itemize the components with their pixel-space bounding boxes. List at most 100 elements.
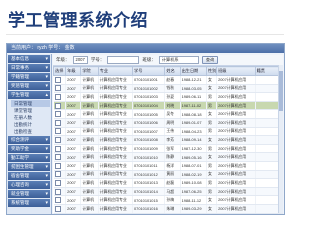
table-row[interactable]: 2007 计算机 计算机应用专业 07010101011 杨洋 1988-07-01 男 20… [53, 161, 284, 171]
column-header[interactable]: 姓名 [164, 66, 181, 76]
row-checkbox[interactable] [54, 136, 61, 143]
table-cell: 计算机 [80, 127, 99, 137]
row-checkbox[interactable] [55, 214, 61, 215]
table-cell: 2007 [65, 170, 82, 180]
row-select-cell[interactable] [53, 144, 67, 154]
sidebar-item-scholarship[interactable]: 奖助学金 ▾ [8, 145, 50, 153]
row-select-cell[interactable] [53, 127, 67, 137]
row-checkbox[interactable] [54, 128, 61, 135]
row-select-cell[interactable] [53, 161, 67, 171]
sidebar-item-status[interactable]: 学籍管理 ▾ [8, 73, 50, 81]
column-header[interactable]: 出生日期 [179, 66, 207, 76]
row-checkbox[interactable] [54, 119, 61, 126]
row-select-cell[interactable] [53, 118, 67, 128]
row-select-cell[interactable] [53, 101, 67, 111]
row-checkbox[interactable] [54, 179, 61, 186]
table-cell: 2007计算机应用 [216, 187, 256, 197]
table-row[interactable]: 2007 计算机 计算机应用专业 07010101012 黄丽 1988-02-19 女 20… [53, 170, 284, 180]
sidebar-item-basic[interactable]: 基本信息 ▾ [8, 55, 50, 63]
row-select-cell[interactable] [53, 135, 67, 145]
table-row[interactable]: 2007 计算机 计算机应用专业 07010101005 吴冬 1988-08-18 女 20… [53, 109, 284, 119]
scrollbar-thumb[interactable] [279, 71, 283, 111]
table-cell: 计算机应用专业 [98, 152, 134, 162]
sidebar-subitem-attendance-check[interactable]: 出勤检查 [11, 128, 50, 135]
table-cell: 2007计算机应用 [216, 152, 256, 162]
row-select-cell[interactable] [53, 170, 67, 180]
column-header[interactable]: 选择 [52, 66, 67, 76]
table-cell: 男 [206, 161, 218, 171]
table-cell: 1989-05-16 [180, 152, 207, 162]
grade-select[interactable]: 2007 [72, 56, 88, 64]
table-row[interactable]: 2007 计算机 计算机应用专业 07010101003 孙夏 1989-06-11 男 20… [53, 92, 284, 102]
table-row[interactable]: 2007 计算机 计算机应用专业 07010101009 张军 1987-12-30 男 20… [53, 144, 284, 154]
row-checkbox[interactable] [54, 76, 61, 83]
column-header[interactable]: 年级 [65, 66, 82, 76]
search-button[interactable]: 查询 [201, 56, 219, 64]
class-select[interactable]: 计算机系 [158, 56, 199, 64]
sidebar-item-counseling[interactable]: 心理咨询 ▾ [8, 181, 50, 189]
table-cell: 男 [206, 144, 218, 154]
row-checkbox[interactable] [54, 145, 61, 152]
vertical-scrollbar[interactable] [278, 65, 283, 213]
row-select-cell[interactable] [53, 213, 67, 215]
row-checkbox[interactable] [54, 111, 61, 118]
sidebar-item-rewards[interactable]: 奖惩管理 ▾ [8, 82, 50, 90]
table-row[interactable]: 2007 计算机 计算机应用专业 07010101014 马超 1987-06-25 男 20… [53, 187, 284, 197]
row-select-cell[interactable] [53, 178, 67, 188]
row-checkbox[interactable] [54, 162, 61, 169]
sidebar-subitem-class-management[interactable]: 课堂管理 [11, 107, 50, 114]
row-select-cell[interactable] [53, 84, 67, 94]
row-checkbox[interactable] [54, 93, 61, 100]
sidebar-item-evaluation[interactable]: 综合测评 ▾ [8, 136, 50, 144]
column-header[interactable]: 专业 [97, 66, 134, 76]
row-select-cell[interactable] [53, 195, 67, 205]
sidebar-item-students[interactable]: 学生管理 ▴ [8, 91, 50, 99]
row-checkbox[interactable] [54, 188, 61, 195]
table-cell: 2007 [65, 101, 82, 111]
column-header[interactable]: 班级 [216, 66, 256, 76]
column-header[interactable]: 学院 [80, 66, 99, 76]
table-row[interactable]: 2007 计算机 计算机应用专业 07010101006 周明 1989-01-07 男 20… [53, 118, 284, 128]
sidebar-item-dorm[interactable]: 宿舍管理 ▾ [8, 172, 50, 180]
table-row[interactable]: 2007 计算机 计算机应用专业 07010101001 赵春 1988-12-21 女 20… [53, 75, 284, 85]
sidebar-subitem-daily-management[interactable]: 日常管理 [11, 100, 50, 107]
sidebar-item-daily[interactable]: 日常事务 ▾ [8, 64, 50, 72]
row-checkbox[interactable] [54, 154, 61, 161]
table-row[interactable]: 2007 计算机 计算机应用专业 07010101015 孙梅 1988-11-12 女 20… [53, 195, 284, 205]
table-cell: 计算机 [80, 187, 99, 197]
table-cell: 07010101010 [132, 152, 166, 162]
row-select-cell[interactable] [53, 92, 67, 102]
chevron-down-icon: ▾ [45, 200, 48, 206]
table-row[interactable]: 2007 计算机 计算机应用专业 07010101016 朱琳 1989-03-29 女 20… [53, 204, 284, 214]
sidebar-item-employment[interactable]: 就业管理 ▾ [8, 190, 50, 198]
sidebar-subitem-enrolled-count[interactable]: 在册人数 [11, 114, 50, 121]
table-row[interactable]: 2007 计算机 计算机应用专业 07010101010 陈静 1989-05-16 女 20… [53, 152, 284, 162]
row-select-cell[interactable] [53, 204, 67, 214]
row-checkbox[interactable] [54, 85, 61, 92]
sidebar-subitem-attendance-stats[interactable]: 出勤统计 [11, 121, 50, 128]
row-checkbox[interactable] [54, 197, 61, 204]
table-row[interactable]: 2007 计算机 计算机应用专业 07010101004 刘晓 1987-11-02 男 20… [53, 101, 284, 111]
chevron-down-icon: ▾ [45, 173, 48, 179]
column-header[interactable]: 性别 [205, 66, 218, 76]
row-select-cell[interactable] [53, 109, 67, 119]
row-select-cell[interactable] [53, 152, 67, 162]
table-row[interactable]: 2007 计算机 计算机应用专业 07010101002 钱秋 1988-03-05 女 20… [53, 84, 284, 94]
column-header[interactable]: 学号 [131, 66, 166, 76]
table-row[interactable]: 2007 计算机 计算机应用专业 07010101013 赵磊 1989-10-08 男 20… [53, 178, 284, 188]
row-select-cell[interactable] [53, 187, 67, 197]
table-row[interactable]: 2007 计算机 计算机应用专业 07010101007 王伟 1988-04-23 男 20… [53, 127, 284, 137]
sidebar-item-work-study[interactable]: 勤工助学 ▾ [8, 154, 50, 162]
row-select-cell[interactable] [53, 75, 67, 85]
student-id-input[interactable] [107, 56, 140, 64]
table-cell: 胡杰 [164, 213, 181, 214]
table-row[interactable]: 2007计算机计算机应用专业07010101017胡杰1988-01-17男20… [53, 213, 284, 215]
row-checkbox[interactable] [54, 205, 61, 212]
table-cell: 07010101005 [132, 109, 166, 119]
table-row[interactable]: 2007 计算机 计算机应用专业 07010101008 李芳 1988-09-14 女 20… [53, 135, 284, 145]
table-cell: 2007计算机应用 [216, 178, 256, 188]
sidebar-item-system[interactable]: 系统管理 ▾ [8, 199, 50, 207]
sidebar-item-poverty[interactable]: 贫困生管理 ▾ [8, 163, 50, 171]
row-checkbox[interactable] [54, 171, 61, 178]
row-checkbox[interactable] [54, 102, 61, 109]
